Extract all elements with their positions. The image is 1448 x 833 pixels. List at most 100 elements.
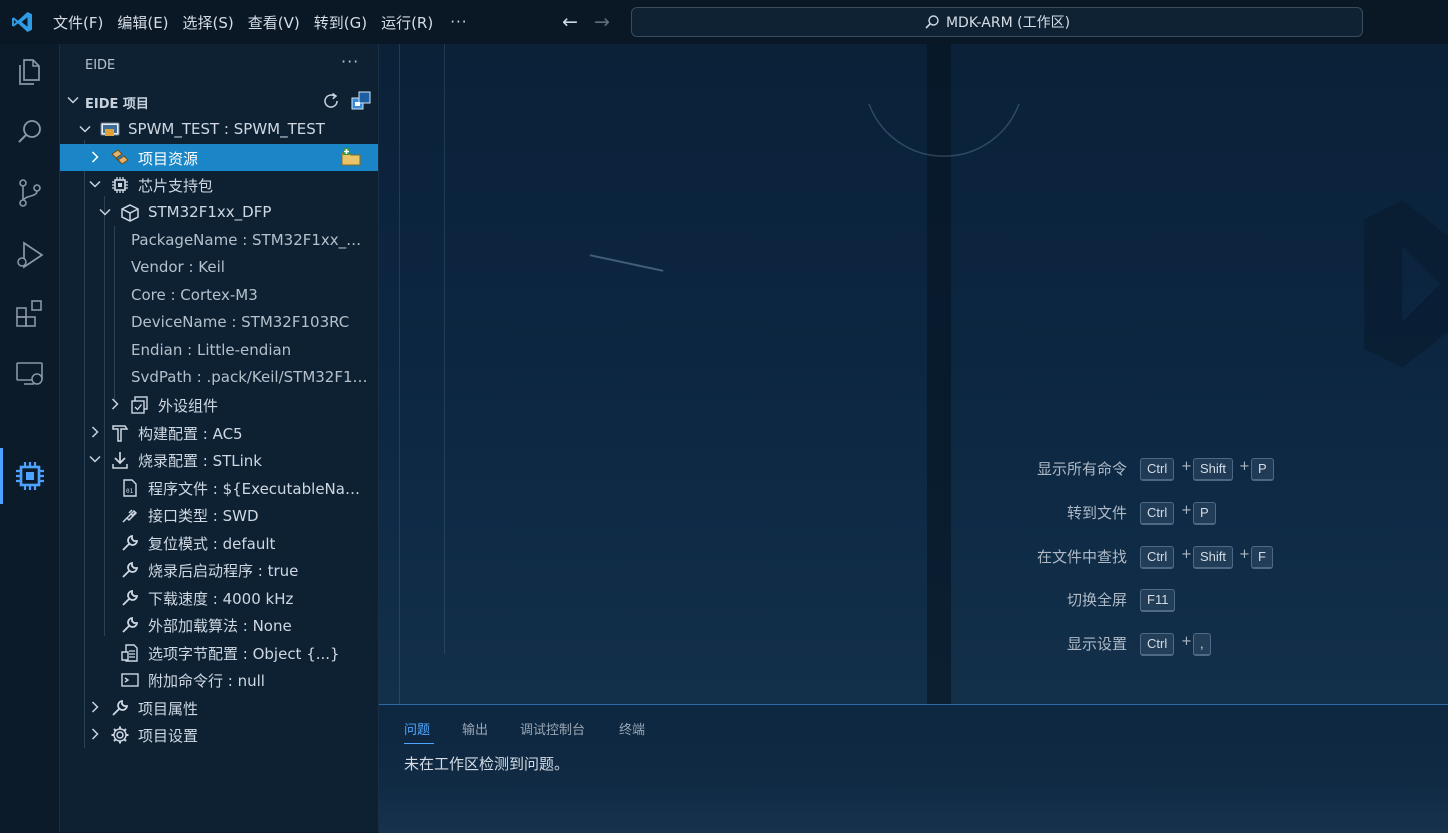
tree-item-package-name[interactable]: PackageName : STM32F1xx_DFP — [60, 227, 378, 254]
command-center[interactable]: MDK-ARM (工作区) — [631, 7, 1363, 37]
run-debug-icon[interactable] — [14, 239, 46, 271]
tree-item-download-speed[interactable]: 下载速度 : 4000 kHz — [60, 584, 378, 611]
tree-item-extra-cmdline[interactable]: 附加命令行 : null — [60, 666, 378, 693]
tab-debug-console[interactable]: 调试控制台 — [520, 719, 585, 738]
property-text: Vendor : Keil — [131, 258, 225, 276]
background-streak — [589, 254, 664, 272]
tree-item-external-loader[interactable]: 外部加载算法 : None — [60, 611, 378, 638]
tree-item-label: 外部加载算法 : None — [148, 617, 292, 635]
keycap: Ctrl — [1140, 458, 1175, 481]
menu-go[interactable]: 转到(G) — [307, 12, 374, 33]
menu-view[interactable]: 查看(V) — [241, 12, 307, 33]
tree-item-flash-config[interactable]: 烧录配置 : STLink — [60, 446, 378, 473]
tree-item-program-file[interactable]: 01 程序文件 : ${ExecutableNam... — [60, 474, 378, 501]
search-icon[interactable] — [14, 116, 46, 148]
wrench-icon — [122, 534, 139, 551]
tree-item-project[interactable]: SPWM_TEST : SPWM_TEST — [60, 116, 378, 143]
key-plus: + — [1181, 634, 1192, 649]
tree-item-build-config[interactable]: 构建配置 : AC5 — [60, 419, 378, 446]
tab-problems[interactable]: 问题 — [404, 719, 430, 738]
shortcut-label: 切换全屏 — [1066, 591, 1127, 609]
menu-edit[interactable]: 编辑(E) — [110, 12, 175, 33]
svg-text:01: 01 — [126, 488, 134, 495]
section-title: EIDE 项目 — [85, 97, 149, 112]
keycap: Shift — [1193, 458, 1234, 481]
tab-terminal[interactable]: 终端 — [619, 719, 645, 738]
keycap: F11 — [1140, 589, 1176, 612]
tree-item-label: 附加命令行 : null — [148, 672, 265, 690]
terminal-icon — [121, 673, 139, 687]
tree-item-label: 烧录后启动程序 : true — [148, 562, 299, 580]
key-plus: + — [1239, 547, 1250, 562]
nav-forward-button[interactable]: → — [594, 11, 610, 33]
tree-item-run-after-flash[interactable]: 烧录后启动程序 : true — [60, 556, 378, 583]
tree-item-label: 接口类型 : SWD — [148, 507, 259, 525]
background-arc — [868, 103, 1020, 157]
chip-icon — [112, 177, 128, 193]
menu-bar: 文件(F) 编辑(E) 选择(S) 查看(V) 转到(G) 运行(R) ··· — [46, 0, 478, 44]
tree-item-project-settings[interactable]: 项目设置 — [60, 721, 378, 748]
tree-item-reset-mode[interactable]: 复位模式 : default — [60, 529, 378, 556]
vscode-logo-icon[interactable] — [10, 10, 34, 34]
tree-item-label: 项目资源 — [138, 150, 199, 168]
chevron-down-icon — [67, 96, 79, 104]
tree-item-label: 项目属性 — [138, 700, 199, 718]
tree-item-vendor[interactable]: Vendor : Keil — [60, 254, 378, 281]
shortcut-label: 显示所有命令 — [1036, 460, 1127, 478]
tree-item-core[interactable]: Core : Cortex-M3 — [60, 282, 378, 309]
extensions-icon[interactable] — [14, 298, 46, 330]
chevron-right-icon — [91, 426, 99, 438]
tree-item-label: SPWM_TEST : SPWM_TEST — [128, 120, 325, 138]
wrench-icon — [122, 561, 139, 578]
sidebar-more-button[interactable]: ··· — [341, 52, 359, 71]
tree-item-label: 芯片支持包 — [138, 177, 214, 195]
active-indicator — [0, 448, 3, 504]
source-control-icon[interactable] — [14, 177, 46, 209]
plug-icon — [122, 509, 138, 523]
tree-item-svd-path[interactable]: SvdPath : .pack/Keil/STM32F1x... — [60, 364, 378, 391]
vscode-watermark-icon — [1364, 200, 1448, 368]
chevron-right-icon — [91, 728, 99, 740]
shortcut-label: 在文件中查找 — [1036, 548, 1127, 566]
refresh-icon[interactable] — [320, 90, 342, 112]
tree-item-label: 下载速度 : 4000 kHz — [148, 590, 294, 608]
remote-explorer-icon[interactable] — [14, 358, 46, 390]
hammer-icon — [112, 425, 129, 442]
tree-item-endian[interactable]: Endian : Little-endian — [60, 337, 378, 364]
tree-item-interface-type[interactable]: 接口类型 : SWD — [60, 501, 378, 528]
nav-back-button[interactable]: ← — [562, 11, 578, 33]
tree-item-label: STM32F1xx_DFP — [148, 203, 272, 221]
wrench-icon — [112, 699, 129, 716]
shortcut-label: 转到文件 — [1066, 504, 1127, 522]
wrench-icon — [122, 616, 139, 633]
tree-item-dfp[interactable]: STM32F1xx_DFP — [60, 199, 378, 226]
property-text: PackageName : STM32F1xx_DFP — [131, 231, 371, 249]
explorer-icon[interactable] — [14, 56, 46, 88]
tab-output[interactable]: 输出 — [462, 719, 488, 738]
tree-item-label: 项目设置 — [138, 727, 199, 745]
eide-project-section-header[interactable]: EIDE 项目 — [60, 90, 378, 112]
open-workspace-icon[interactable] — [350, 90, 372, 112]
tree-item-label: 选项字节配置 : Object {...} — [148, 645, 340, 663]
tree-item-resources[interactable]: 项目资源 — [60, 144, 378, 171]
menu-more-button[interactable]: ··· — [440, 13, 477, 31]
menu-run[interactable]: 运行(R) — [374, 12, 440, 33]
keycap: Ctrl — [1140, 546, 1175, 569]
tree-item-device-name[interactable]: DeviceName : STM32F103RC — [60, 309, 378, 336]
eide-chip-icon[interactable] — [14, 460, 46, 492]
tree-item-chip-pack[interactable]: 芯片支持包 — [60, 171, 378, 198]
menu-file[interactable]: 文件(F) — [46, 12, 110, 33]
shortcut-label: 显示设置 — [1066, 635, 1127, 653]
menu-selection[interactable]: 选择(S) — [176, 12, 241, 33]
active-tab-underline — [404, 743, 434, 744]
download-icon — [112, 452, 128, 469]
tree-item-project-attrs[interactable]: 项目属性 — [60, 694, 378, 721]
tree-item-peripherals[interactable]: 外设组件 — [60, 391, 378, 418]
tree-item-label: 烧录配置 : STLink — [138, 452, 262, 470]
binary-file-icon: 01 — [123, 479, 137, 497]
keycap: P — [1251, 458, 1274, 481]
key-plus: + — [1239, 459, 1250, 474]
tree-item-option-bytes[interactable]: 选项字节配置 : Object {...} — [60, 639, 378, 666]
add-folder-icon[interactable] — [340, 146, 362, 168]
search-icon — [925, 15, 939, 29]
